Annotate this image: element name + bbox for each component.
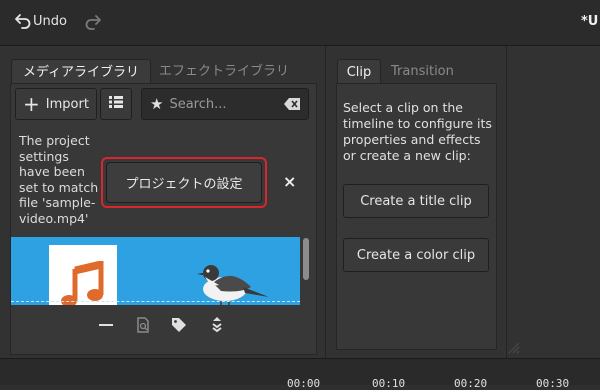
thumbnail-divider [11,301,300,302]
tab-media-library[interactable]: メディアライブラリ [11,59,151,85]
message-line: properties and effects [343,132,481,147]
create-color-clip-button[interactable]: Create a color clip [343,238,489,272]
project-settings-label: プロジェクトの設定 [125,177,243,192]
list-view-button[interactable] [100,88,132,120]
message-line: settings [19,148,69,164]
resize-grip-icon[interactable] [507,341,521,359]
create-title-clip-button[interactable]: Create a title clip [343,184,489,218]
project-settings-highlight: プロジェクトの設定 [101,157,267,208]
tab-clip[interactable]: Clip [337,59,381,85]
message-line: set to match [19,179,99,195]
bird-image-thumbnail[interactable] [191,257,271,305]
message-line: or create a new clip: [343,148,471,163]
remove-icon[interactable] [98,317,114,337]
close-icon[interactable]: × [283,172,296,191]
project-settings-message: The project settings have been set to ma… [19,133,99,226]
import-label: Import [45,96,89,112]
undo-button[interactable]: Undo [14,12,67,30]
tab-transition[interactable]: Transition [391,59,461,84]
project-settings-button[interactable]: プロジェクトの設定 [106,162,262,203]
import-button[interactable]: + Import [15,88,97,120]
message-line: The project [19,133,90,148]
message-line: have been [19,164,85,179]
properties-icon[interactable] [135,317,151,337]
music-note-icon [61,259,105,305]
message-line: file 'sample- [19,195,96,210]
media-scrollbar[interactable] [303,238,309,280]
tab-effects-library[interactable]: エフェクトライブラリ [159,59,299,84]
list-view-icon [109,95,123,113]
message-line: Select a clip on the [343,100,463,115]
redo-icon [84,15,102,35]
plus-icon: + [23,92,40,116]
properties-message: Select a clip on the timeline to configu… [343,100,493,164]
filter-icon[interactable] [209,316,225,338]
media-thumbnail-row[interactable] [11,237,300,305]
tag-icon[interactable] [171,317,187,337]
redo-button[interactable] [84,13,102,35]
undo-icon [14,12,32,30]
message-line: video.mp4' [19,210,89,226]
viewer-divider [506,46,507,358]
message-line: timeline to configure its [343,116,492,131]
header-bar: Undo *U [0,0,600,46]
panel-divider [325,46,326,358]
timeline-ruler[interactable]: 00:00 00:10 00:20 00:30 [0,358,600,390]
clear-search-icon[interactable] [284,98,300,114]
star-icon: ★ [150,95,164,113]
audio-thumbnail[interactable] [49,245,117,305]
search-placeholder: Search... [169,96,227,112]
undo-label: Undo [33,13,67,29]
search-input[interactable]: ★ Search... [141,88,309,120]
window-title: *U [581,14,599,29]
